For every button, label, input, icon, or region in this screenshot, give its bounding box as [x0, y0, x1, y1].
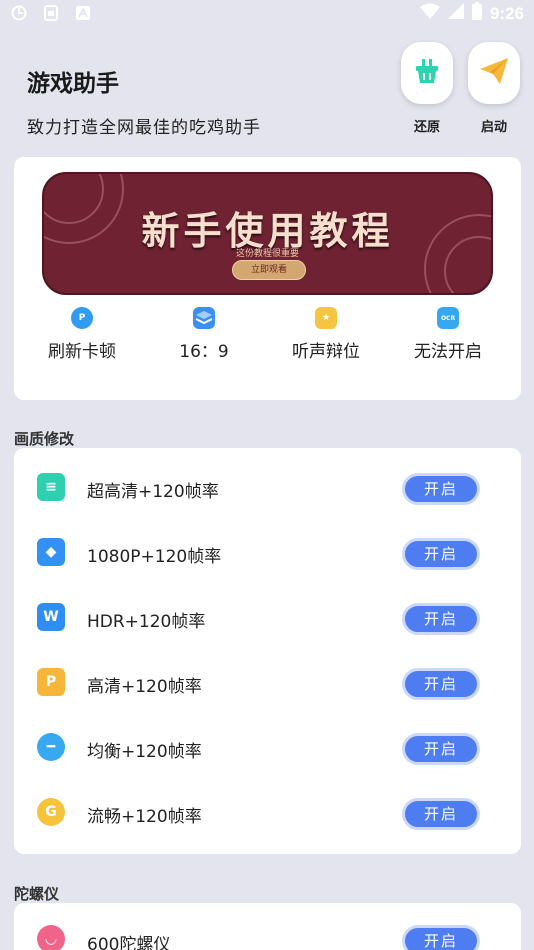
list-item: ◆ 1080P+120帧率 开启 — [14, 518, 521, 583]
enable-button[interactable]: 开启 — [402, 538, 480, 570]
enable-button[interactable]: 开启 — [402, 925, 480, 950]
item-label: 超高清+120帧率 — [87, 482, 219, 502]
app-subtitle: 致力打造全网最佳的吃鸡助手 — [27, 118, 261, 138]
item-label: 600陀螺仪 — [87, 935, 171, 950]
inbox-icon: ≡ — [37, 473, 65, 501]
launch-bubble[interactable] — [468, 42, 520, 104]
item-label: 1080P+120帧率 — [87, 547, 222, 567]
enable-button[interactable]: 开启 — [402, 473, 480, 505]
signal-icon — [447, 3, 464, 24]
list-item: ≡ 超高清+120帧率 开启 — [14, 453, 521, 518]
cloud-icon: ━ — [37, 733, 65, 761]
star-badge-icon: ★ — [315, 307, 337, 329]
p-circle-icon: P — [71, 307, 93, 329]
enable-button[interactable]: 开启 — [402, 798, 480, 830]
word-doc-icon: W — [37, 603, 65, 631]
sim-icon — [42, 4, 60, 22]
gyro-icon: ◡ — [37, 925, 65, 950]
ocr-icon: OCR — [437, 307, 459, 329]
layers-icon — [193, 307, 215, 329]
list-item: ◡ 600陀螺仪 开启 — [14, 903, 521, 950]
status-time: 9:26 — [489, 3, 524, 23]
list-item: ━ 均衡+120帧率 开启 — [14, 713, 521, 778]
quick-action-ratio[interactable]: 16：9 — [149, 307, 259, 362]
banner-watch-button[interactable]: 立即观看 — [232, 260, 306, 280]
quick-action-label: 听声辩位 — [292, 342, 360, 362]
quick-action-refresh[interactable]: P 刷新卡顿 — [27, 307, 137, 362]
section-title-gyro: 陀螺仪 — [14, 885, 60, 903]
enable-button[interactable]: 开启 — [402, 733, 480, 765]
coin-icon: G — [37, 798, 65, 826]
document-stack-icon: ◆ — [37, 538, 65, 566]
quick-action-label: 刷新卡顿 — [48, 342, 116, 362]
item-label: 均衡+120帧率 — [87, 742, 202, 762]
quick-action-cannot-open[interactable]: OCR 无法开启 — [393, 307, 503, 362]
item-label: HDR+120帧率 — [87, 612, 206, 632]
gyro-list: ◡ 600陀螺仪 开启 — [14, 903, 521, 950]
status-bar: 9:26 — [0, 0, 534, 28]
a-icon — [74, 4, 92, 22]
quality-list: ≡ 超高清+120帧率 开启 ◆ 1080P+120帧率 开启 W HDR+12… — [14, 448, 521, 854]
enable-button[interactable]: 开启 — [402, 668, 480, 700]
launch-button[interactable]: 启动 — [467, 42, 521, 135]
launch-label: 启动 — [480, 120, 507, 135]
item-label: 流畅+120帧率 — [87, 807, 202, 827]
quick-action-sound[interactable]: ★ 听声辩位 — [271, 307, 381, 362]
list-item: W HDR+120帧率 开启 — [14, 583, 521, 648]
restore-button[interactable]: 还原 — [400, 42, 454, 135]
wifi-icon — [419, 3, 440, 24]
restore-label: 还原 — [413, 120, 440, 135]
enable-button[interactable]: 开启 — [402, 603, 480, 635]
quick-action-label: 16：9 — [179, 342, 229, 362]
battery-icon — [471, 2, 482, 25]
tutorial-card: 新手使用教程 这份教程很重要 立即观看 P 刷新卡顿 16：9 ★ 听声辩位 O… — [14, 157, 521, 400]
item-label: 高清+120帧率 — [87, 677, 202, 697]
app-title: 游戏助手 — [27, 71, 119, 97]
status-right-icons: 9:26 — [419, 2, 524, 25]
paper-plane-icon — [478, 56, 510, 90]
restore-bubble[interactable] — [401, 42, 453, 104]
basket-icon — [412, 56, 442, 90]
ppt-doc-icon: P — [37, 668, 65, 696]
tutorial-banner[interactable]: 新手使用教程 这份教程很重要 立即观看 — [42, 172, 493, 295]
list-item: G 流畅+120帧率 开启 — [14, 778, 521, 843]
status-left-icons — [10, 4, 92, 22]
list-item: P 高清+120帧率 开启 — [14, 648, 521, 713]
banner-subtitle: 这份教程很重要 — [235, 249, 299, 259]
section-title-quality: 画质修改 — [14, 430, 75, 448]
quick-action-label: 无法开启 — [414, 342, 482, 362]
sync-icon — [10, 4, 28, 22]
